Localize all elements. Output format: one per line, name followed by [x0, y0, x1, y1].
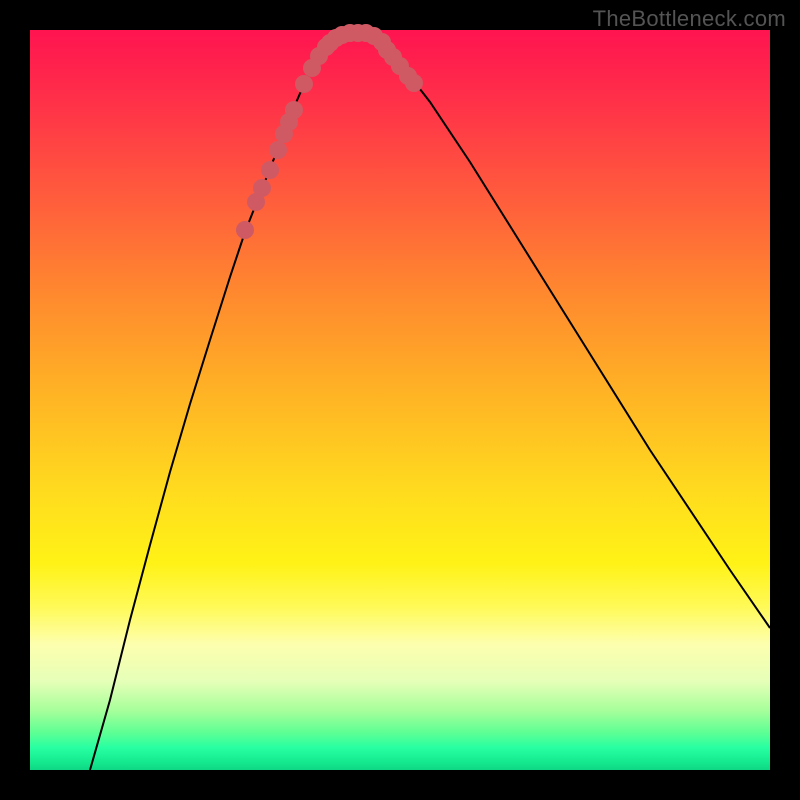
curve-marker [295, 75, 313, 93]
bottleneck-curve [90, 33, 770, 770]
curve-marker [236, 221, 254, 239]
curve-marker [405, 74, 423, 92]
curve-marker [269, 141, 287, 159]
curve-marker [285, 101, 303, 119]
chart-overlay [30, 30, 770, 770]
watermark-label: TheBottleneck.com [593, 6, 786, 32]
curve-marker [261, 161, 279, 179]
curve-marker [253, 179, 271, 197]
